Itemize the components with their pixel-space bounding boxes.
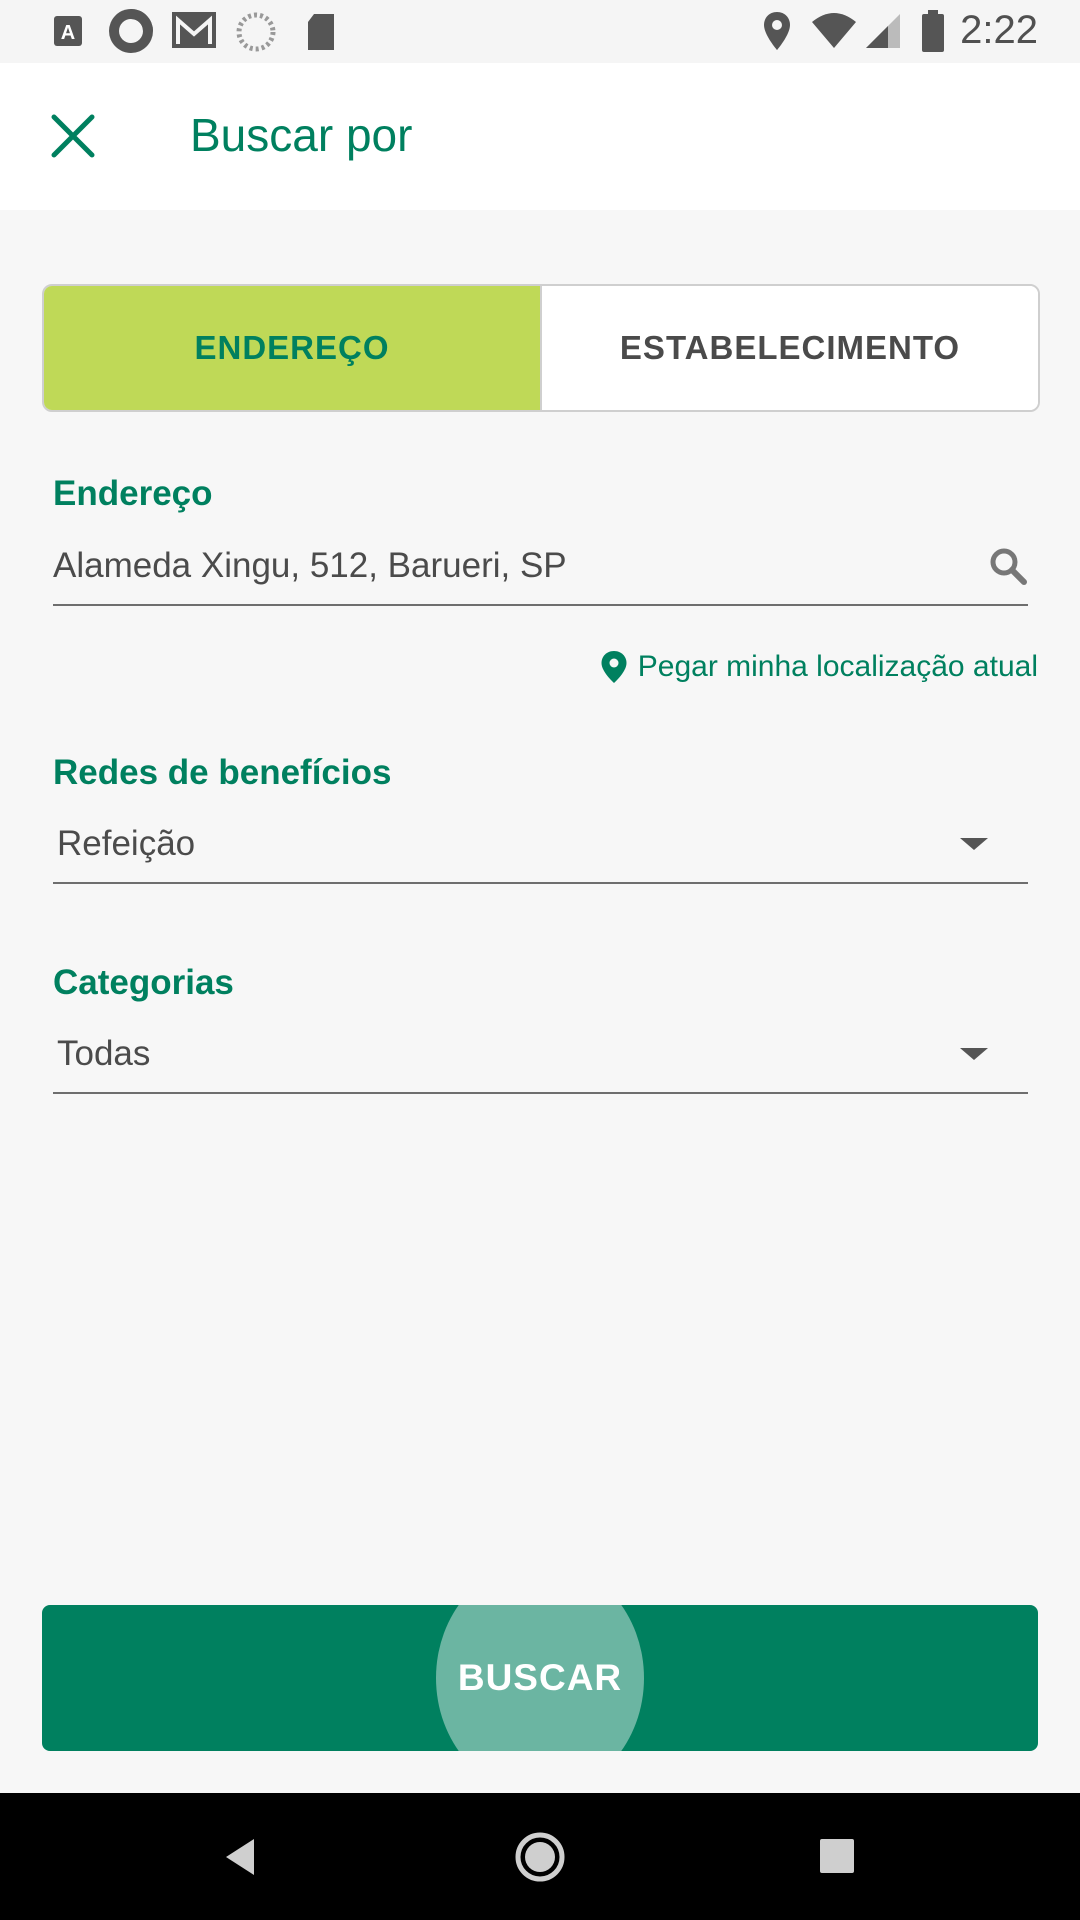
benefits-selected[interactable]: Refeição [57,820,195,868]
current-location-label[interactable]: Pegar minha localização atual [638,650,1038,684]
chevron-down-icon[interactable] [960,1048,988,1060]
close-icon[interactable] [44,107,102,165]
page-title: Buscar por [190,109,413,161]
location-icon [764,12,790,50]
address-input[interactable]: Alameda Xingu, 512, Barueri, SP [53,542,1028,606]
sync-icon [109,9,153,53]
map-pin-icon [601,651,627,683]
home-icon[interactable] [512,1829,568,1885]
search-icon[interactable] [988,546,1028,586]
search-button[interactable]: BUSCAR [42,1605,1038,1751]
categories-select[interactable]: Todas [53,1030,1028,1094]
back-icon[interactable] [214,1829,270,1885]
benefits-select[interactable]: Refeição [53,820,1028,884]
a-badge-icon: A [54,16,82,46]
address-value[interactable]: Alameda Xingu, 512, Barueri, SP [53,542,567,590]
svg-text:A: A [61,22,75,44]
loading-icon [236,12,276,52]
categories-selected[interactable]: Todas [57,1030,150,1078]
tab-estabelecimento[interactable]: ESTABELECIMENTO [540,286,1038,410]
signal-icon [866,14,900,48]
gmail-icon [172,12,216,48]
categories-label: Categorias [53,963,234,1002]
wifi-icon [812,13,856,48]
recents-icon[interactable] [810,1829,866,1885]
tab-endereco[interactable]: ENDEREÇO [44,286,540,410]
current-location-link[interactable]: Pegar minha localização atual [600,650,1038,684]
battery-icon [922,10,944,52]
nav-bar [0,1793,1080,1920]
chevron-down-icon[interactable] [960,838,988,850]
sd-card-icon [308,14,334,50]
search-type-tabs: ENDEREÇO ESTABELECIMENTO [42,284,1040,412]
search-button-label[interactable]: BUSCAR [42,1605,1038,1751]
app-bar: Buscar por [0,63,1080,210]
address-label: Endereço [53,474,213,513]
status-bar: A 2:22 [0,0,1080,63]
benefits-label: Redes de benefícios [53,753,392,792]
status-time: 2:22 [960,8,1038,52]
